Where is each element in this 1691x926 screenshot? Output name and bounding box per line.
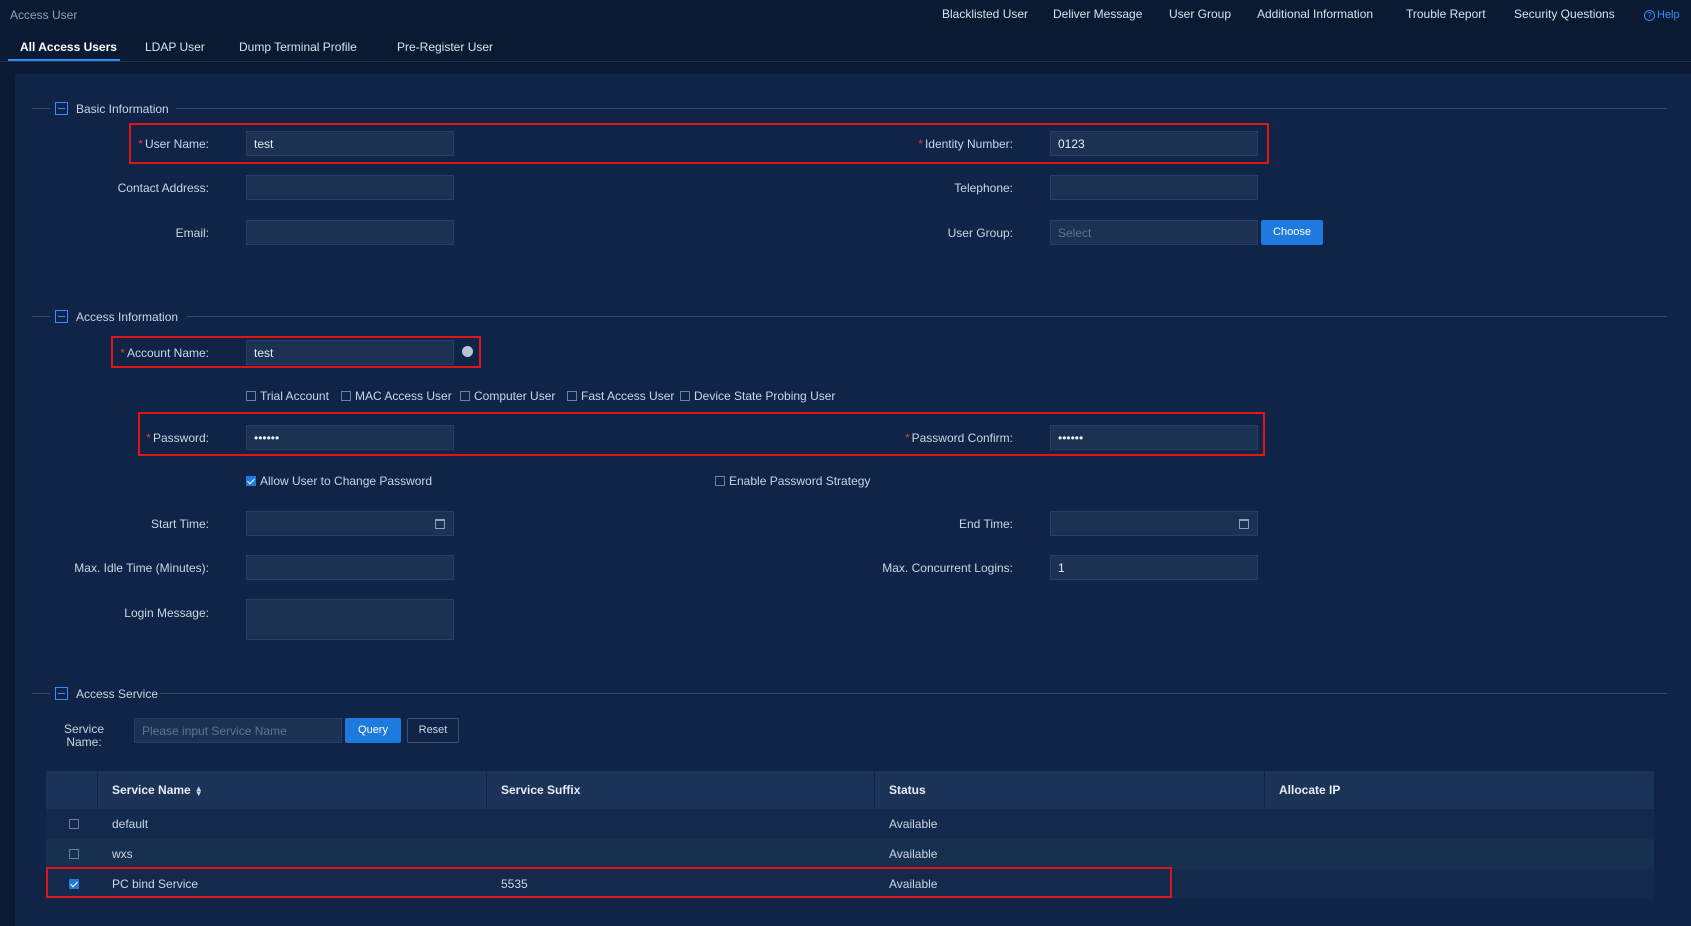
- user-group-label: User Group:: [947, 226, 1013, 240]
- column-service-name[interactable]: Service Name ▲ ▼: [112, 783, 203, 797]
- email-label: Email:: [175, 226, 209, 240]
- mac-access-user-checkbox[interactable]: [341, 391, 351, 401]
- highlight-box: [111, 336, 481, 368]
- access-service-title: Access Service: [76, 687, 159, 701]
- email-input[interactable]: [246, 220, 454, 245]
- nav-user-group[interactable]: User Group: [1169, 7, 1231, 21]
- column-divider: [97, 771, 98, 809]
- query-button[interactable]: Query: [345, 718, 401, 743]
- service-name-cell: default: [112, 817, 149, 831]
- active-tab-indicator: [8, 59, 120, 61]
- sort-icon[interactable]: ▲ ▼: [195, 784, 203, 797]
- allow-change-password-label: Allow User to Change Password: [260, 474, 433, 488]
- contact-address-label: Contact Address:: [117, 181, 209, 195]
- table-header: Service Name ▲ ▼ Service Suffix Status All…: [46, 771, 1654, 809]
- max-concurrent-logins-label: Max. Concurrent Logins:: [882, 561, 1013, 575]
- fast-access-user-label: Fast Access User: [581, 389, 675, 403]
- start-time-input[interactable]: [246, 511, 454, 536]
- collapse-icon[interactable]: [55, 310, 68, 323]
- nav-security-questions[interactable]: Security Questions: [1514, 7, 1615, 21]
- section-divider: [32, 316, 50, 317]
- column-status: Status: [889, 783, 926, 797]
- section-divider: [186, 316, 1667, 317]
- collapse-icon[interactable]: [55, 102, 68, 115]
- nav-blacklisted-user[interactable]: Blacklisted User: [942, 7, 1028, 21]
- collapse-icon[interactable]: [55, 687, 68, 700]
- highlight-box: [129, 123, 1269, 164]
- service-name-search-input[interactable]: Please input Service Name: [134, 718, 342, 743]
- section-divider: [176, 108, 1667, 109]
- trial-account-label: Trial Account: [260, 389, 329, 403]
- calendar-icon[interactable]: [1239, 519, 1249, 529]
- service-name-cell: wxs: [112, 847, 133, 861]
- computer-user-checkbox[interactable]: [460, 391, 470, 401]
- nav-trouble-report[interactable]: Trouble Report: [1406, 7, 1486, 21]
- highlight-box: [138, 412, 1265, 456]
- section-divider: [160, 693, 1667, 694]
- computer-user-label: Computer User: [474, 389, 556, 403]
- column-service-suffix: Service Suffix: [501, 783, 581, 797]
- nav-deliver-message[interactable]: Deliver Message: [1053, 7, 1142, 21]
- service-name-filter-label: Service Name:: [63, 722, 104, 749]
- column-divider: [486, 771, 487, 809]
- login-message-label: Login Message:: [124, 606, 209, 620]
- table-row[interactable]: wxs Available: [46, 839, 1654, 869]
- tab-pre-register-user[interactable]: Pre-Register User: [397, 40, 493, 54]
- user-group-select[interactable]: Select: [1050, 220, 1258, 245]
- tab-ldap-user[interactable]: LDAP User: [145, 40, 205, 54]
- nav-additional-information[interactable]: Additional Information: [1257, 7, 1373, 21]
- end-time-label: End Time:: [958, 517, 1013, 531]
- help-icon: ?: [1644, 10, 1655, 21]
- start-time-label: Start Time:: [150, 517, 209, 531]
- telephone-input[interactable]: [1050, 175, 1258, 200]
- tab-all-access-users[interactable]: All Access Users: [20, 40, 117, 54]
- mac-access-user-label: MAC Access User: [355, 389, 452, 403]
- top-bar: Access User Blacklisted User Deliver Mes…: [0, 0, 1691, 30]
- device-state-probing-user-checkbox[interactable]: [680, 391, 690, 401]
- reset-button[interactable]: Reset: [407, 718, 459, 743]
- status-cell: Available: [889, 817, 938, 831]
- allow-change-password-checkbox[interactable]: [246, 476, 256, 486]
- help-link[interactable]: ? Help: [1644, 9, 1680, 21]
- device-state-probing-user-label: Device State Probing User: [694, 389, 836, 403]
- tab-dump-terminal-profile[interactable]: Dump Terminal Profile: [239, 40, 357, 54]
- basic-information-title: Basic Information: [76, 102, 169, 116]
- calendar-icon[interactable]: [435, 519, 445, 529]
- highlight-box: [46, 867, 1172, 898]
- enable-password-strategy-checkbox[interactable]: [715, 476, 725, 486]
- telephone-label: Telephone:: [954, 181, 1013, 195]
- column-allocate-ip: Allocate IP: [1279, 783, 1341, 797]
- max-idle-time-input[interactable]: [246, 555, 454, 580]
- row-checkbox[interactable]: [69, 849, 79, 859]
- status-cell: Available: [889, 847, 938, 861]
- login-message-textarea[interactable]: [246, 599, 454, 640]
- row-checkbox[interactable]: [69, 819, 79, 829]
- top-navigation: Blacklisted User Deliver Message User Gr…: [0, 7, 1691, 25]
- table-row[interactable]: default Available: [46, 809, 1654, 839]
- column-divider: [1264, 771, 1265, 809]
- max-idle-time-label: Max. Idle Time (Minutes):: [74, 561, 209, 575]
- fast-access-user-checkbox[interactable]: [567, 391, 577, 401]
- section-divider: [32, 693, 50, 694]
- max-concurrent-logins-input[interactable]: 1: [1050, 555, 1258, 580]
- enable-password-strategy-label: Enable Password Strategy: [729, 474, 871, 488]
- trial-account-checkbox[interactable]: [246, 391, 256, 401]
- access-information-title: Access Information: [76, 310, 179, 324]
- help-label: Help: [1657, 9, 1680, 21]
- section-divider: [32, 108, 50, 109]
- contact-address-input[interactable]: [246, 175, 454, 200]
- choose-button[interactable]: Choose: [1261, 220, 1323, 245]
- column-divider: [874, 771, 875, 809]
- tab-bar: All Access Users LDAP User Dump Terminal…: [0, 30, 1691, 62]
- end-time-input[interactable]: [1050, 511, 1258, 536]
